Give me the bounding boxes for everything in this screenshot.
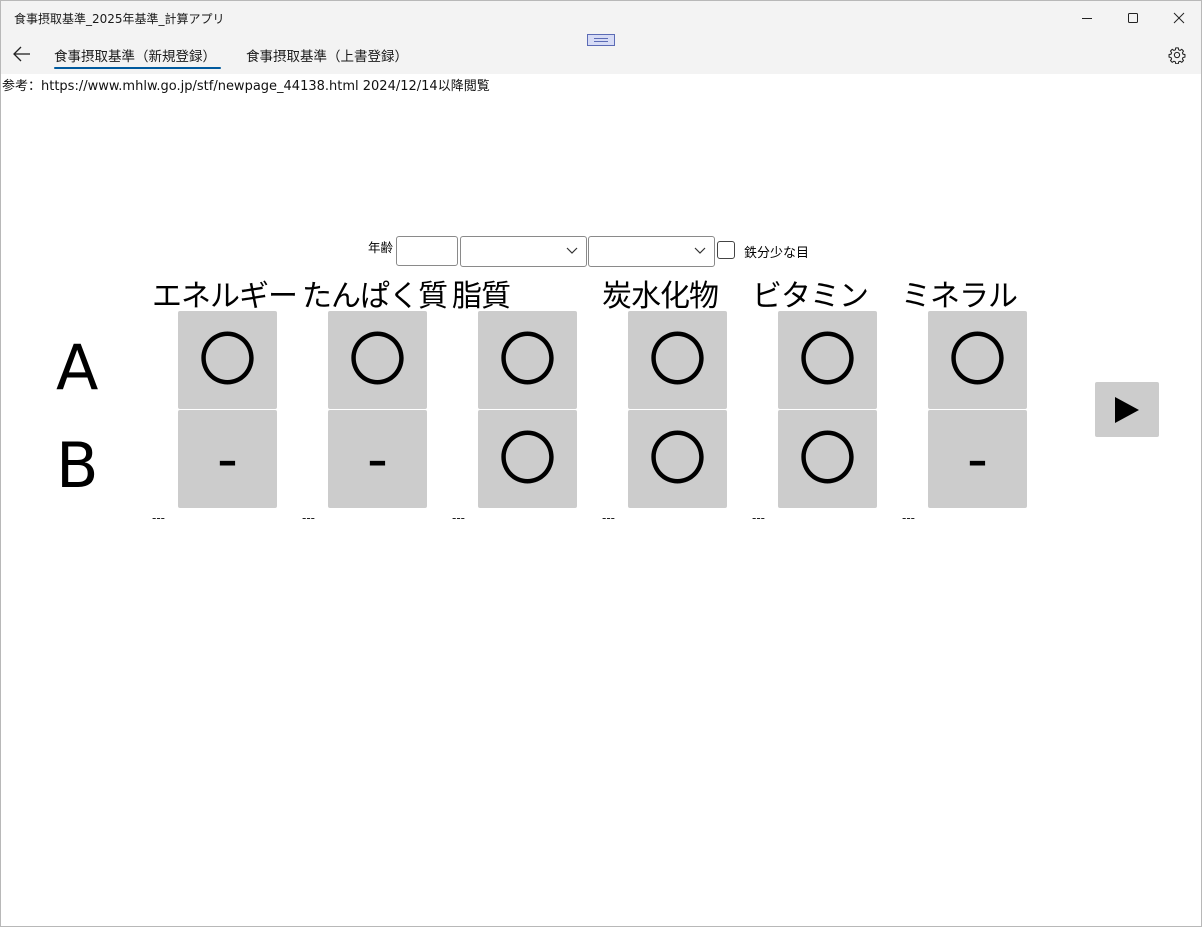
cell-a-energy[interactable]: 〇 (178, 311, 277, 409)
header-vitamin: ビタミン (752, 279, 869, 314)
reference-text: 参考：https://www.mhlw.go.jp/stf/newpage_44… (2, 79, 490, 94)
row-label-a: A (56, 331, 99, 404)
play-icon (1115, 396, 1139, 423)
cell-b-energy[interactable]: - (178, 410, 277, 508)
note-energy: --- (152, 511, 165, 525)
maximize-icon (1128, 12, 1138, 23)
back-button[interactable] (9, 42, 35, 66)
cell-b-fat[interactable]: 〇 (478, 410, 577, 508)
cell-a-protein[interactable]: 〇 (328, 311, 427, 409)
age-label: 年齢 (368, 240, 394, 255)
minimize-icon (1082, 17, 1092, 19)
chevron-down-icon (694, 247, 706, 254)
cell-b-carbohydrate[interactable]: 〇 (628, 410, 727, 508)
note-fat: --- (452, 511, 465, 525)
app-window: 食事摂取基準_2025年基準_計算アプリ 食事摂取基準（新規登録） 食事摂取基準… (0, 0, 1202, 927)
cell-a-fat[interactable]: 〇 (478, 311, 577, 409)
note-protein: --- (302, 511, 315, 525)
header-energy: エネルギー (152, 279, 298, 314)
select-2[interactable] (588, 236, 715, 267)
back-arrow-icon (13, 46, 30, 62)
settings-button[interactable] (1165, 43, 1189, 67)
cell-b-mineral[interactable]: - (928, 410, 1027, 508)
header-carbohydrate: 炭水化物 (602, 279, 719, 314)
play-button[interactable] (1095, 382, 1159, 437)
header-protein: たんぱく質 (302, 279, 448, 314)
note-vitamin: --- (752, 511, 765, 525)
select-1[interactable] (460, 236, 587, 267)
tab-new-registration[interactable]: 食事摂取基準（新規登録） (54, 45, 216, 65)
cell-b-vitamin[interactable]: 〇 (778, 410, 877, 508)
tab-overwrite-registration[interactable]: 食事摂取基準（上書登録） (246, 45, 408, 65)
iron-checkbox[interactable] (717, 241, 735, 259)
close-icon (1173, 12, 1185, 23)
row-label-b: B (56, 429, 99, 502)
window-title: 食事摂取基準_2025年基準_計算アプリ (14, 12, 225, 26)
iron-checkbox-label: 鉄分少な目 (744, 246, 810, 261)
cell-a-carbohydrate[interactable]: 〇 (628, 311, 727, 409)
gear-icon (1168, 47, 1186, 64)
maximize-button[interactable] (1110, 1, 1156, 34)
header-mineral: ミネラル (901, 279, 1018, 314)
title-bar: 食事摂取基準_2025年基準_計算アプリ (1, 1, 1201, 34)
minimize-button[interactable] (1064, 1, 1110, 34)
header-fat: 脂質 (452, 279, 511, 314)
cell-b-protein[interactable]: - (328, 410, 427, 508)
cell-a-mineral[interactable]: 〇 (928, 311, 1027, 409)
drag-handle[interactable] (587, 34, 615, 46)
close-button[interactable] (1156, 1, 1201, 34)
cell-a-vitamin[interactable]: 〇 (778, 311, 877, 409)
note-mineral: --- (902, 511, 915, 525)
age-input[interactable] (396, 236, 458, 266)
chevron-down-icon (566, 247, 578, 254)
selected-tab-indicator (54, 67, 221, 69)
note-carbohydrate: --- (602, 511, 615, 525)
